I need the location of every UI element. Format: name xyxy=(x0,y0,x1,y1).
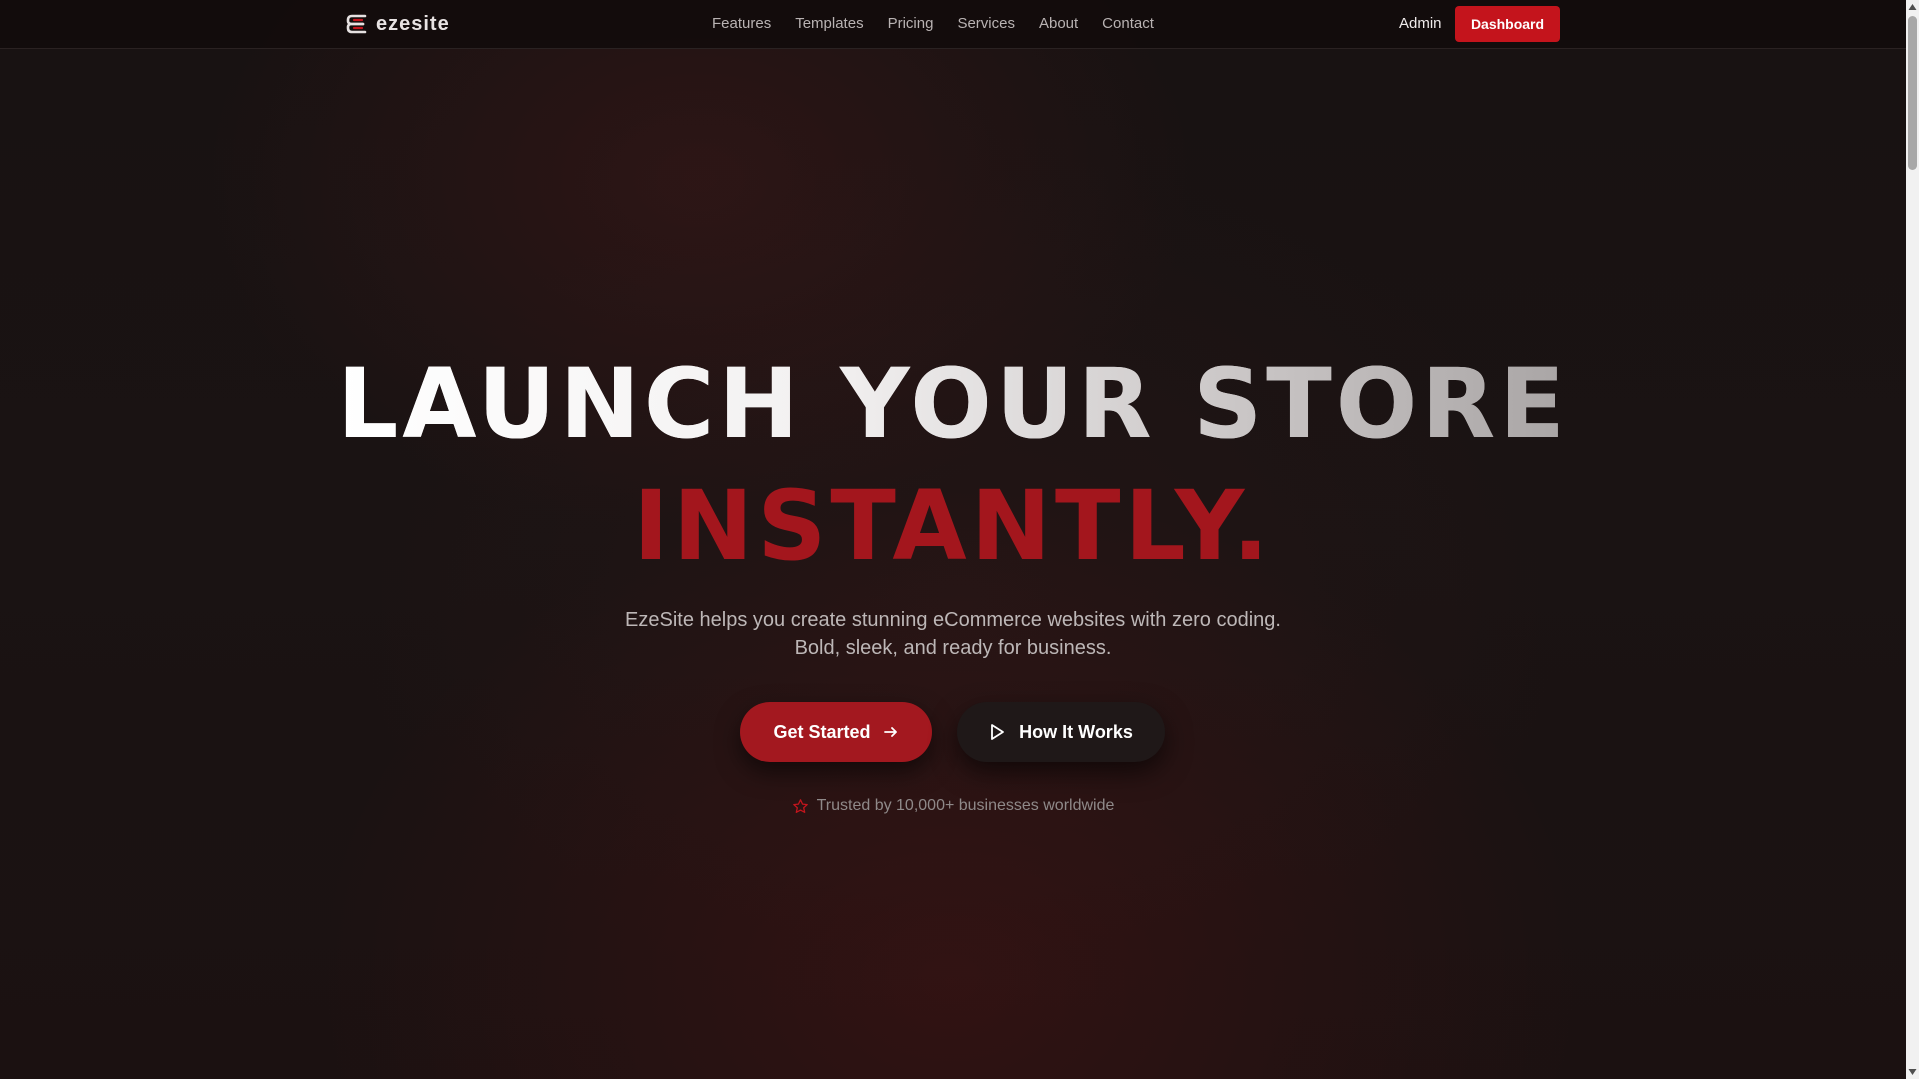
hero-title-line2: INSTANTLY. xyxy=(633,470,1273,582)
ezesite-logo-icon xyxy=(346,14,367,34)
how-it-works-button[interactable]: How It Works xyxy=(957,702,1165,762)
hero-subtitle-line2: Bold, sleek, and ready for business. xyxy=(794,637,1112,659)
hero-title-line1: LAUNCH YOUR STORE xyxy=(0,352,1906,456)
trust-text: Trusted by 10,000+ businesses worldwide xyxy=(816,797,1115,814)
nav-link-features[interactable]: Features xyxy=(712,14,771,34)
logo[interactable]: ezesite xyxy=(345,12,450,36)
nav-link-pricing[interactable]: Pricing xyxy=(888,14,934,34)
main-nav: Features Templates Pricing Services Abou… xyxy=(712,14,1154,34)
nav-link-about[interactable]: About xyxy=(1039,14,1078,34)
nav-link-templates[interactable]: Templates xyxy=(795,14,863,34)
hero-title-line1-text: LAUNCH YOUR STORE xyxy=(337,348,1569,460)
nav-link-contact[interactable]: Contact xyxy=(1102,14,1154,34)
hero-subtitle: EzeSite helps you create stunning eComme… xyxy=(0,606,1906,662)
scroll-down-arrow-icon[interactable] xyxy=(1908,1068,1917,1076)
top-navbar: ezesite Features Templates Pricing Servi… xyxy=(0,0,1906,49)
star-icon xyxy=(792,798,808,813)
nav-link-services[interactable]: Services xyxy=(957,14,1015,34)
admin-link[interactable]: Admin xyxy=(1399,14,1442,34)
arrow-right-icon xyxy=(883,727,897,737)
play-icon xyxy=(991,724,1005,740)
get-started-button[interactable]: Get Started xyxy=(740,702,932,762)
scrollbar-thumb[interactable] xyxy=(1908,16,1917,170)
vertical-scrollbar[interactable] xyxy=(1906,0,1919,1079)
hero-subtitle-line1: EzeSite helps you create stunning eComme… xyxy=(625,609,1281,631)
scroll-up-arrow-icon[interactable] xyxy=(1908,3,1917,11)
how-it-works-label: How It Works xyxy=(1019,721,1133,742)
trust-line: Trusted by 10,000+ businesses worldwide xyxy=(0,795,1906,817)
dashboard-button[interactable]: Dashboard xyxy=(1455,6,1560,42)
landing-page: ezesite Features Templates Pricing Servi… xyxy=(0,0,1919,1079)
logo-text: ezesite xyxy=(376,12,450,35)
get-started-label: Get Started xyxy=(773,721,871,742)
